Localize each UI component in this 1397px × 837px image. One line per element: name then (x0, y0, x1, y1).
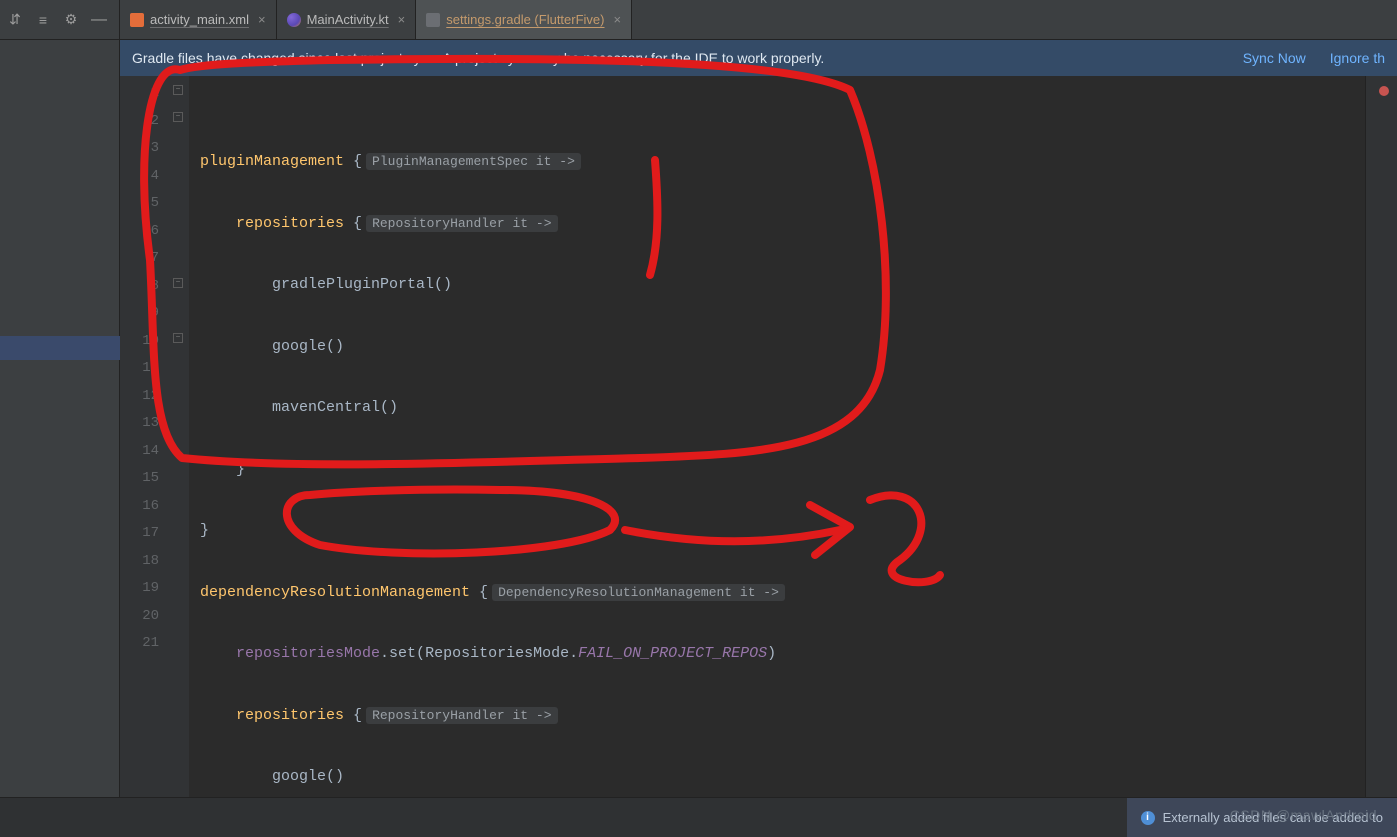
collapse-icon[interactable]: — (90, 11, 108, 29)
tab-label: activity_main.xml (150, 12, 249, 27)
gradle-sync-bar: Gradle files have changed since last pro… (120, 40, 1397, 76)
sync-message: Gradle files have changed since last pro… (132, 50, 824, 66)
lineno: 6 (120, 218, 189, 246)
tok: google() (272, 768, 344, 785)
sync-now-link[interactable]: Sync Now (1243, 50, 1306, 66)
inlay-hint: RepositoryHandler it -> (366, 215, 557, 232)
tok: repositories (236, 215, 353, 232)
lineno: 9 (120, 300, 189, 328)
close-icon[interactable]: × (398, 12, 406, 27)
lineno: 18 (120, 548, 189, 576)
project-tool-strip (0, 0, 120, 837)
lineno: 17 (120, 520, 189, 548)
tok: { (479, 584, 488, 601)
tok: { (353, 153, 362, 170)
tok: ) (767, 645, 776, 662)
ignore-link[interactable]: Ignore th (1330, 50, 1385, 66)
lineno: 5 (120, 190, 189, 218)
fold-marker[interactable]: − (173, 112, 183, 122)
tab-settings-gradle[interactable]: settings.gradle (FlutterFive) × (416, 0, 632, 39)
lineno: 11 (120, 355, 189, 383)
tok: FAIL_ON_PROJECT_REPOS (578, 645, 767, 662)
tok: { (353, 707, 362, 724)
tok: dependencyResolutionManagement (200, 584, 479, 601)
lineno: 15 (120, 465, 189, 493)
lineno: 4 (120, 163, 189, 191)
error-indicator-icon[interactable] (1379, 86, 1389, 96)
inlay-hint: DependencyResolutionManagement it -> (492, 584, 785, 601)
lineno: 20 (120, 603, 189, 631)
fold-marker[interactable]: − (173, 85, 183, 95)
editor-tabs: activity_main.xml × MainActivity.kt × se… (120, 0, 632, 39)
tok: . (569, 645, 578, 662)
tok: gradlePluginPortal() (272, 276, 452, 293)
tok: } (200, 522, 209, 539)
gear-icon[interactable]: ⚙ (62, 11, 80, 29)
tok: google() (272, 338, 344, 355)
close-icon[interactable]: × (258, 12, 266, 27)
tok: RepositoriesMode (425, 645, 569, 662)
tok: mavenCentral() (272, 399, 398, 416)
tok: pluginManagement (200, 153, 353, 170)
csdn-watermark: CSDN @mawlAndroid (1230, 807, 1377, 823)
tab-activity-main[interactable]: activity_main.xml × (120, 0, 277, 39)
info-icon: i (1141, 811, 1155, 825)
tok: .set( (380, 645, 425, 662)
lineno: 16 (120, 493, 189, 521)
tok: repositoriesMode (236, 645, 380, 662)
lineno: 7 (120, 245, 189, 273)
fold-marker[interactable]: − (173, 333, 183, 343)
lineno: 3 (120, 135, 189, 163)
tok: repositories (236, 707, 353, 724)
tab-label: settings.gradle (FlutterFive) (446, 12, 604, 27)
sort-icon[interactable]: ⇵ (6, 11, 24, 29)
lineno: 13 (120, 410, 189, 438)
gradle-file-icon (426, 13, 440, 27)
lineno: 21 (120, 630, 189, 658)
inlay-hint: RepositoryHandler it -> (366, 707, 557, 724)
tok: } (236, 461, 245, 478)
editor-toolbar: ⇵ ≡ ⚙ — activity_main.xml × MainActivity… (0, 0, 1397, 40)
xml-file-icon (130, 13, 144, 27)
kotlin-file-icon (287, 13, 301, 27)
lineno: 12 (120, 383, 189, 411)
error-stripe-gutter[interactable] (1365, 76, 1397, 797)
lineno: 14 (120, 438, 189, 466)
project-tree-selection (0, 336, 120, 360)
close-icon[interactable]: × (614, 12, 622, 27)
fold-marker[interactable]: − (173, 278, 183, 288)
tab-main-activity[interactable]: MainActivity.kt × (277, 0, 417, 39)
tab-label: MainActivity.kt (307, 12, 389, 27)
code-editor[interactable]: 1 2 3 4 5 6 7 8 9 10 11 12 13 14 15 16 1… (120, 76, 1397, 797)
inlay-hint: PluginManagementSpec it -> (366, 153, 581, 170)
code-area[interactable]: pluginManagement {PluginManagementSpec i… (190, 76, 1365, 797)
filter-icon[interactable]: ≡ (34, 11, 52, 29)
line-number-gutter: 1 2 3 4 5 6 7 8 9 10 11 12 13 14 15 16 1… (120, 76, 190, 797)
lineno: 19 (120, 575, 189, 603)
status-bar: i Externally added files can be added to (0, 797, 1397, 837)
tok: { (353, 215, 362, 232)
